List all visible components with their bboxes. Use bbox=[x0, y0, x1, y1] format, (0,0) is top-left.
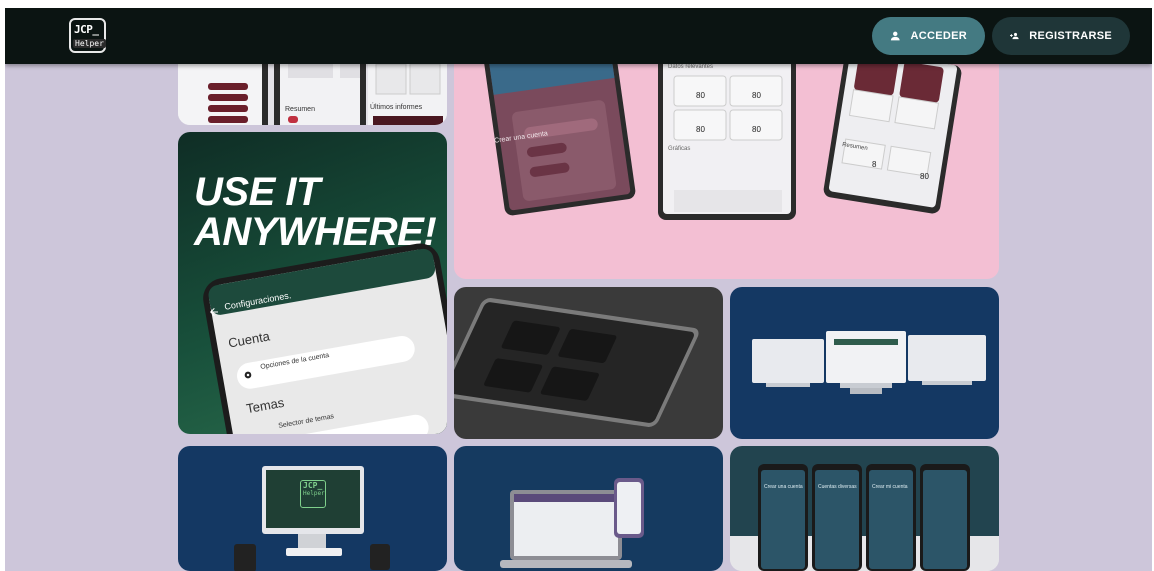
gallery-card-dark-tablet[interactable] bbox=[454, 287, 723, 439]
top-navigation-bar: JCP_ Helper ACCEDER REGISTRARSE bbox=[5, 8, 1152, 64]
register-button[interactable]: REGISTRARSE bbox=[992, 17, 1130, 55]
gallery-card-use-anywhere[interactable]: USE IT ANYWHERE! Configuraciones. Cuenta… bbox=[178, 132, 447, 434]
stat-value: 80 bbox=[752, 91, 761, 100]
register-label: REGISTRARSE bbox=[1029, 30, 1112, 42]
gallery-card-desktop-logo[interactable]: JCP_ Helper bbox=[178, 446, 447, 571]
page: JCP_ Helper ACCEDER REGISTRARSE Resumen … bbox=[5, 8, 1152, 571]
logo-text: JCP_ bbox=[74, 23, 99, 36]
laptop-illustration bbox=[500, 478, 644, 568]
phones-illustration bbox=[730, 446, 999, 571]
monitor-logo: JCP_ Helper bbox=[300, 480, 326, 508]
desktop-illustration bbox=[234, 466, 390, 571]
monitor-logo-subtext: Helper bbox=[303, 490, 325, 497]
person-icon bbox=[890, 31, 900, 41]
tablets-illustration bbox=[483, 48, 962, 220]
monitors-illustration bbox=[752, 331, 986, 394]
stat-value: 80 bbox=[752, 125, 761, 134]
summary-label: Resumen bbox=[285, 106, 315, 113]
phone-heading: Cuentas diversas bbox=[818, 484, 857, 490]
tablet-middle-heading: Datos relevantes bbox=[668, 64, 714, 70]
reports-label: Últimos informes bbox=[370, 104, 423, 111]
phone-mockup bbox=[203, 243, 447, 434]
login-button[interactable]: ACCEDER bbox=[872, 17, 985, 55]
gallery-card-phones[interactable]: Crear una cuenta Cuentas diversas Crear … bbox=[730, 446, 999, 571]
phone-heading: Crear mi cuenta bbox=[872, 484, 908, 490]
gallery-card-tablets-pink[interactable]: Crear una cuenta Datos relevantes 80 80 … bbox=[454, 48, 999, 279]
stat-value: 8 bbox=[872, 160, 877, 169]
charts-label: Gráficas bbox=[668, 146, 691, 152]
stat-value: 80 bbox=[696, 125, 705, 134]
monitor-logo-text: JCP_ bbox=[303, 481, 323, 490]
arrow-back-icon bbox=[210, 308, 218, 316]
dark-tablet-illustration bbox=[454, 298, 699, 428]
gallery-card-desktop-monitors[interactable] bbox=[730, 287, 999, 439]
stat-value: 80 bbox=[696, 91, 705, 100]
phone-heading: Crear una cuenta bbox=[764, 484, 803, 490]
app-logo[interactable]: JCP_ Helper bbox=[69, 18, 106, 53]
gallery-card-laptop-phone[interactable] bbox=[454, 446, 723, 571]
stat-value: 80 bbox=[920, 172, 929, 181]
person-add-icon bbox=[1010, 32, 1019, 40]
logo-subtext: Helper bbox=[73, 39, 106, 48]
gear-icon bbox=[244, 371, 252, 379]
login-label: ACCEDER bbox=[910, 30, 967, 42]
